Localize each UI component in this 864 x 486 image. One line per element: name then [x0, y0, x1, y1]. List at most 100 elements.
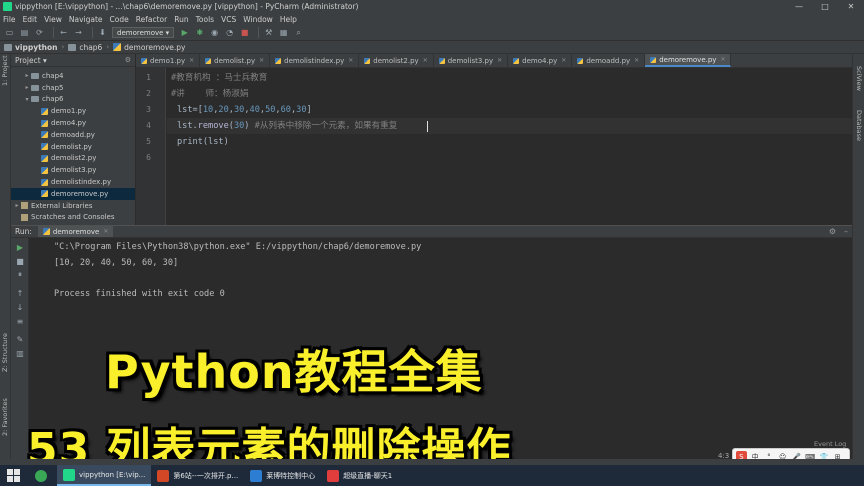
- tree-item[interactable]: demo1.py: [11, 105, 135, 117]
- library-icon: [21, 202, 28, 210]
- settings-wrench-icon[interactable]: ⚒: [263, 27, 274, 38]
- pause-icon[interactable]: ⏸: [15, 270, 25, 280]
- editor-tab[interactable]: demolist.py ✕: [200, 54, 271, 67]
- menu-code[interactable]: Code: [110, 15, 129, 24]
- search-icon[interactable]: ⌕: [293, 27, 304, 38]
- stop-icon[interactable]: ■: [15, 256, 25, 266]
- tree-item[interactable]: demoadd.py: [11, 129, 135, 141]
- breadcrumb-folder[interactable]: chap6: [68, 43, 102, 52]
- windows-start-icon[interactable]: [7, 468, 21, 483]
- tree-item-label: demolist3.py: [51, 166, 97, 175]
- editor-tab[interactable]: demo1.py ✕: [136, 54, 201, 67]
- menu-vcs[interactable]: VCS: [221, 15, 236, 24]
- database-tool-tab[interactable]: Database: [855, 110, 863, 141]
- run-configuration-select[interactable]: demoremove ▾: [112, 27, 175, 38]
- tree-item[interactable]: demolistindex.py: [11, 176, 135, 188]
- chevron-right-icon[interactable]: ▸: [23, 72, 31, 79]
- close-button[interactable]: ✕: [838, 0, 864, 13]
- scroll-down-icon[interactable]: ↓: [15, 302, 25, 312]
- main-toolbar: ▭ ▤ ⟳ ← → ⬇ demoremove ▾ ▶ ✱ ◉ ◔ ■ ⚒ ▦ ⌕: [0, 25, 864, 41]
- tree-item[interactable]: demolist.py: [11, 141, 135, 153]
- forward-icon[interactable]: →: [73, 27, 84, 38]
- close-tab-icon[interactable]: ✕: [259, 57, 264, 64]
- rerun-icon[interactable]: ▶: [15, 242, 25, 252]
- tree-item[interactable]: ▸ chap5: [11, 82, 135, 94]
- debug-icon[interactable]: ✱: [194, 27, 205, 38]
- breadcrumb-project[interactable]: vippython: [4, 43, 58, 52]
- close-tab-icon[interactable]: ✕: [634, 57, 639, 64]
- close-tab-icon[interactable]: ✕: [497, 57, 502, 64]
- project-tool-tab[interactable]: 1: Project: [1, 55, 9, 86]
- menu-tools[interactable]: Tools: [196, 15, 214, 24]
- code-line-1: #教育机构 ：马士兵教育: [171, 73, 268, 83]
- tree-item[interactable]: ▸ External Libraries: [11, 200, 135, 212]
- event-log-button[interactable]: Event Log: [814, 440, 846, 448]
- build-icon[interactable]: ⬇: [97, 27, 108, 38]
- code-editor[interactable]: #教育机构 ：马士兵教育 #讲 师：杨淑娟 lst=[10,20,30,40,5…: [167, 68, 852, 225]
- menu-navigate[interactable]: Navigate: [69, 15, 103, 24]
- editor-tab[interactable]: demolist3.py ✕: [434, 54, 509, 67]
- run-tab-demoremove[interactable]: demoremove ✕: [37, 226, 114, 237]
- maximize-button[interactable]: □: [812, 0, 838, 13]
- sciview-tool-tab[interactable]: SciView: [855, 66, 863, 91]
- gear-icon[interactable]: ⚙: [829, 227, 836, 236]
- scroll-up-icon[interactable]: ↑: [15, 288, 25, 298]
- structure-tool-tab[interactable]: Z: Structure: [1, 333, 9, 372]
- menu-help[interactable]: Help: [280, 15, 297, 24]
- editor-tab-label: demolist3.py: [447, 56, 494, 65]
- editor-tab[interactable]: demoremove.py ✕: [645, 54, 732, 67]
- trash-icon[interactable]: ▥: [15, 348, 25, 358]
- breadcrumb-file[interactable]: demoremove.py: [113, 43, 186, 52]
- gear-icon[interactable]: ⚙: [125, 56, 131, 64]
- taskbar-app[interactable]: 第6站--一次排开.p...: [151, 465, 244, 486]
- editor-tab[interactable]: demolistindex.py ✕: [270, 54, 360, 67]
- profile-icon[interactable]: ◔: [224, 27, 235, 38]
- taskbar-app[interactable]: 超级直播-聊天1: [321, 465, 398, 486]
- menu-edit[interactable]: Edit: [23, 15, 38, 24]
- project-view-select[interactable]: Project ▾: [15, 56, 47, 65]
- minimize-panel-icon[interactable]: –: [844, 227, 848, 236]
- close-tab-icon[interactable]: ✕: [561, 57, 566, 64]
- tree-item[interactable]: demolist3.py: [11, 164, 135, 176]
- favorites-tool-tab[interactable]: 2: Favorites: [1, 398, 9, 436]
- taskbar-browser[interactable]: [29, 465, 57, 486]
- project-structure-icon[interactable]: ▦: [278, 27, 289, 38]
- menu-window[interactable]: Window: [243, 15, 273, 24]
- tree-item[interactable]: demo4.py: [11, 117, 135, 129]
- close-tab-icon[interactable]: ✕: [189, 57, 194, 64]
- chevron-down-icon[interactable]: ▾: [23, 96, 31, 103]
- taskbar-app[interactable]: 莱博特控制中心: [244, 465, 321, 486]
- menu-refactor[interactable]: Refactor: [136, 15, 167, 24]
- stop-icon[interactable]: ■: [239, 27, 250, 38]
- coverage-icon[interactable]: ◉: [209, 27, 220, 38]
- close-tab-icon[interactable]: ✕: [423, 57, 428, 64]
- editor-tab-label: demolistindex.py: [284, 56, 345, 65]
- taskbar-app[interactable]: vippython [E:\vip...: [57, 465, 152, 486]
- menu-file[interactable]: File: [3, 15, 16, 24]
- open-folder-icon[interactable]: ▭: [4, 27, 15, 38]
- pin-icon[interactable]: ✎: [15, 334, 25, 344]
- chevron-right-icon[interactable]: ▸: [23, 84, 31, 91]
- editor-tab[interactable]: demo4.py ✕: [508, 54, 573, 67]
- run-icon[interactable]: ▶: [179, 27, 190, 38]
- tree-item[interactable]: ▸ chap4: [11, 70, 135, 82]
- minimize-button[interactable]: —: [786, 0, 812, 13]
- editor-tab[interactable]: demolist2.py ✕: [359, 54, 434, 67]
- tree-item[interactable]: demolist2.py: [11, 153, 135, 165]
- soft-wrap-icon[interactable]: ≡: [15, 316, 25, 326]
- menu-view[interactable]: View: [44, 15, 62, 24]
- close-tab-icon[interactable]: ✕: [348, 57, 353, 64]
- sync-icon[interactable]: ⟳: [34, 27, 45, 38]
- tree-item[interactable]: Scratches and Consoles: [11, 212, 135, 224]
- editor-tab-label: demoremove.py: [659, 55, 717, 64]
- python-file-icon: [41, 119, 48, 127]
- save-all-icon[interactable]: ▤: [19, 27, 30, 38]
- menu-run[interactable]: Run: [174, 15, 188, 24]
- close-tab-icon[interactable]: ✕: [103, 228, 108, 235]
- chevron-right-icon[interactable]: ▸: [13, 202, 21, 209]
- editor-tab[interactable]: demoadd.py ✕: [572, 54, 646, 67]
- back-icon[interactable]: ←: [58, 27, 69, 38]
- close-tab-icon[interactable]: ✕: [720, 56, 725, 63]
- tree-item[interactable]: ▾ chap6: [11, 94, 135, 106]
- tree-item[interactable]: demoremove.py: [11, 187, 135, 200]
